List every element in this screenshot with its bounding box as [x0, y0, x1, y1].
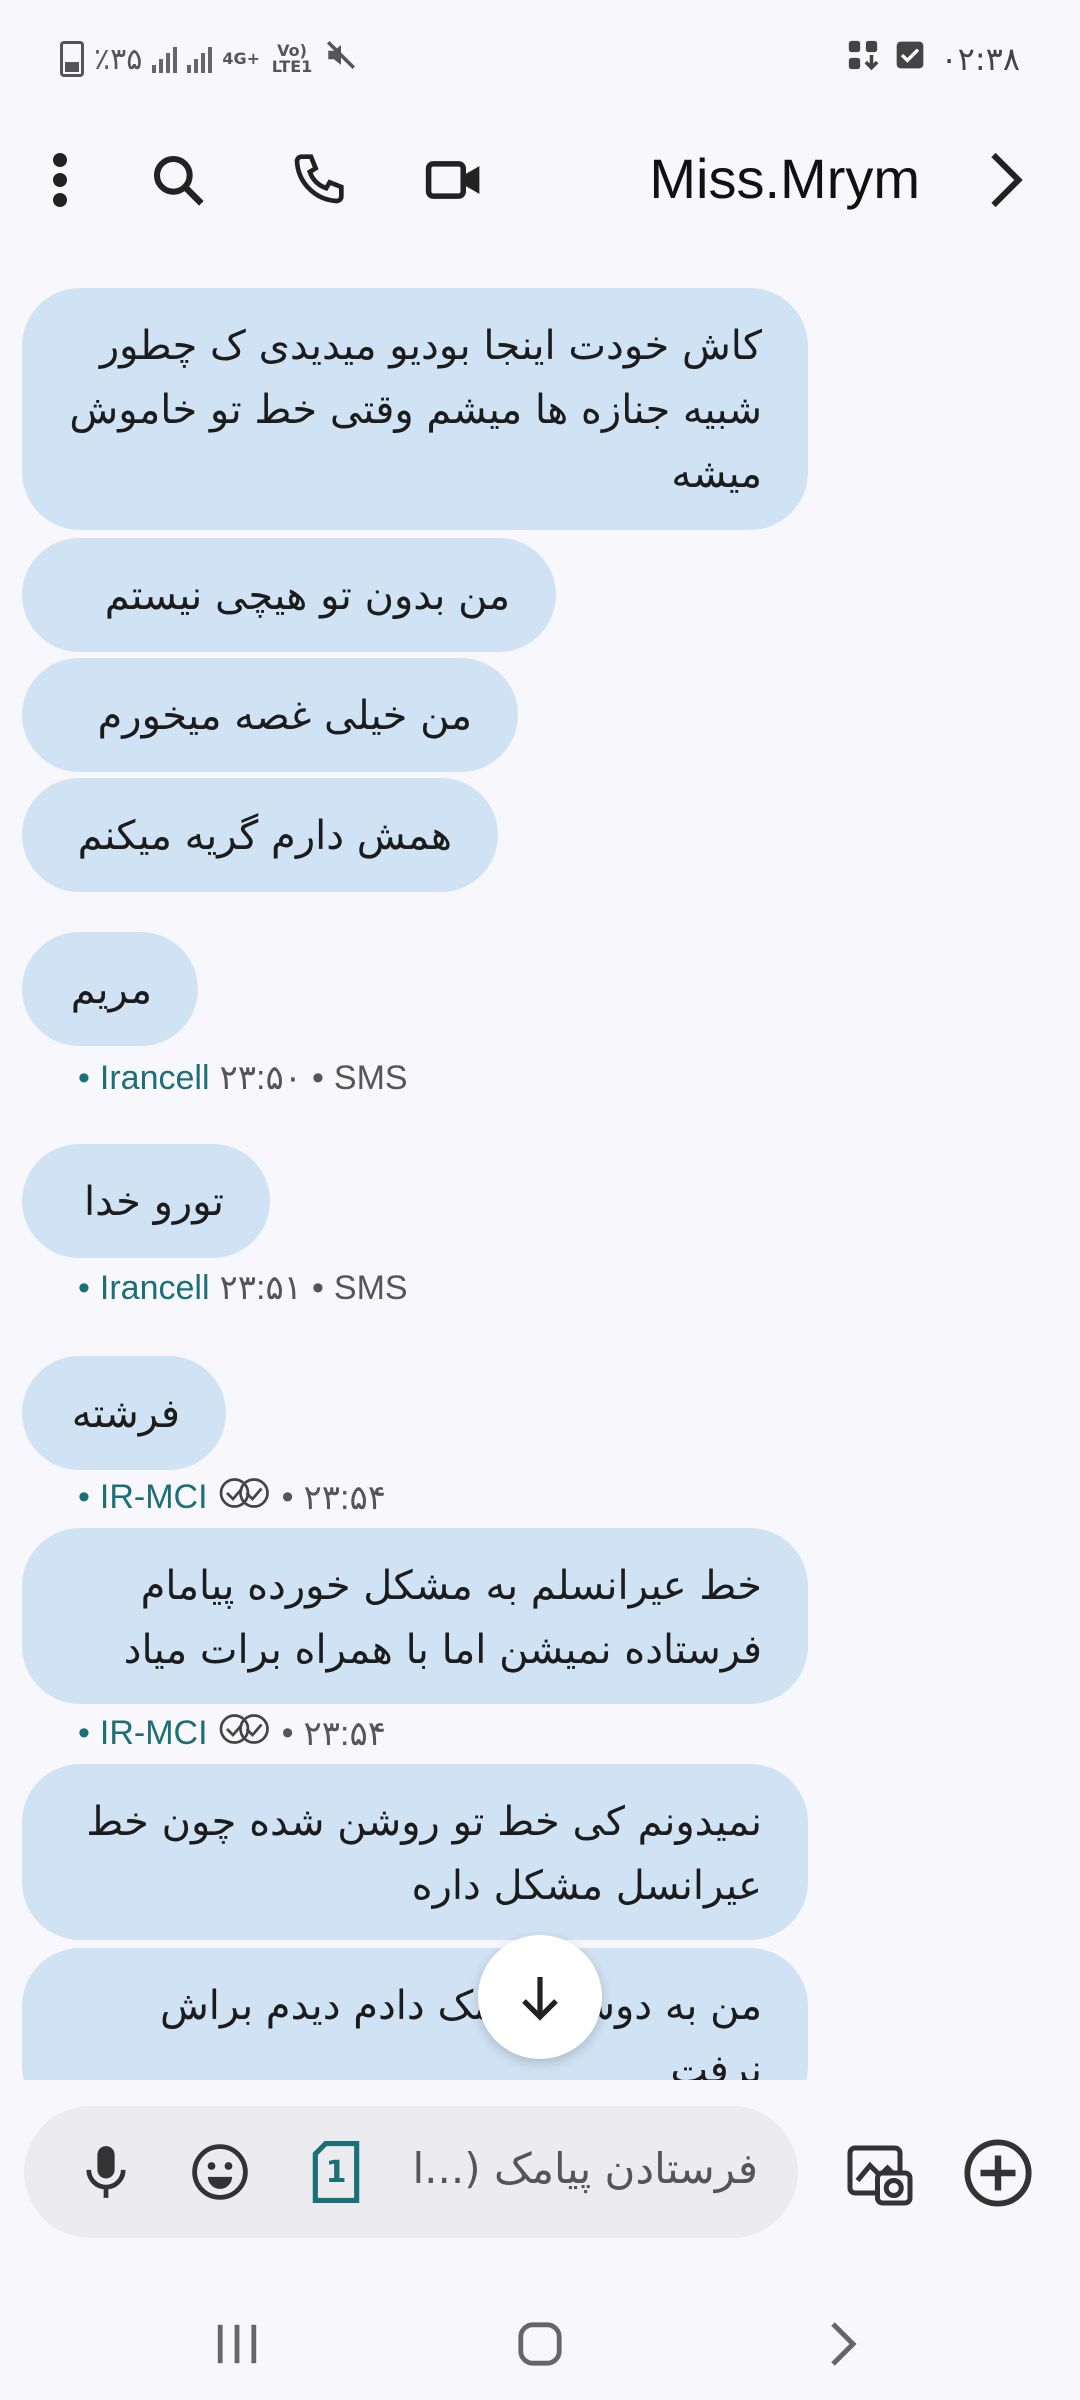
- chevron-right-icon[interactable]: [976, 150, 1036, 210]
- more-vert-icon[interactable]: [30, 150, 90, 210]
- system-nav-bar: [0, 2290, 1080, 2400]
- home-icon[interactable]: [505, 2314, 575, 2374]
- message-bubble[interactable]: تورو خدا: [22, 1144, 270, 1258]
- status-bar: ٪۳۵ 4G+ Vo) LTE1 ۰۲:۳۸: [0, 0, 1080, 120]
- carrier-label: IR-MCI: [99, 1714, 208, 1752]
- status-dot: •: [78, 1268, 90, 1307]
- sim-label: 1: [325, 2154, 347, 2190]
- download-icon: [846, 38, 880, 80]
- contact-name[interactable]: Miss.Mrym: [649, 146, 920, 211]
- message-bubble[interactable]: مریم: [22, 932, 198, 1046]
- emoji-icon[interactable]: [190, 2142, 250, 2202]
- message-bubble[interactable]: من بدون تو هیچی نیستم: [22, 538, 556, 652]
- message-input[interactable]: فرستادن پیامک (...ا: [412, 2144, 758, 2193]
- recent-apps-icon[interactable]: [202, 2314, 272, 2374]
- message-bubble[interactable]: نمیدونم کی خط تو روشن شده چون خط عیرانسل…: [22, 1764, 808, 1940]
- signal-icon: [187, 45, 213, 73]
- message-meta: • Irancell ۲۳:۵۱ • SMS: [78, 1268, 408, 1308]
- status-dot: •: [78, 1714, 90, 1752]
- video-call-icon[interactable]: [424, 150, 484, 210]
- message-bubble[interactable]: کاش خودت اینجا بودیو میدیدی ک چطور شبیه …: [22, 288, 808, 530]
- battery-level: ٪۳۵: [94, 41, 143, 77]
- message-time: ۲۳:۵۴: [303, 1478, 386, 1517]
- battery-icon: [60, 41, 84, 77]
- add-attachment-icon[interactable]: [962, 2137, 1034, 2209]
- network-type: 4G+: [222, 49, 261, 68]
- microphone-icon[interactable]: [76, 2142, 136, 2202]
- scroll-to-bottom-button[interactable]: [478, 1935, 602, 2059]
- separator: •: [312, 1268, 324, 1307]
- message-time: ۲۳:۵۰: [219, 1059, 303, 1097]
- message-time: ۲۳:۵۴: [303, 1714, 386, 1753]
- message-meta: • IR-MCI • ۲۳:۵۴: [78, 1476, 386, 1519]
- gallery-camera-icon[interactable]: [844, 2137, 916, 2209]
- volte-label: Vo) LTE1: [271, 41, 313, 76]
- message-bubble[interactable]: من به دوستم پیامک دادم دیدم براش نرفت: [22, 1948, 808, 2080]
- message-type: SMS: [333, 1058, 408, 1097]
- message-time: ۲۳:۵۱: [219, 1269, 303, 1307]
- app-bar: Miss.Mrym: [0, 120, 1080, 240]
- message-bubble[interactable]: فرشته: [22, 1356, 226, 1470]
- back-icon[interactable]: [808, 2314, 878, 2374]
- mute-icon: [324, 38, 358, 80]
- check-box-icon: [894, 39, 926, 79]
- status-dot: •: [78, 1478, 90, 1516]
- clock: ۰۲:۳۸: [940, 40, 1020, 78]
- carrier-label: Irancell: [99, 1058, 210, 1097]
- search-icon[interactable]: [148, 150, 208, 210]
- delivered-icon: [218, 1476, 272, 1519]
- separator: •: [281, 1714, 294, 1752]
- status-left: ٪۳۵ 4G+ Vo) LTE1: [60, 38, 358, 80]
- carrier-label: Irancell: [99, 1268, 210, 1307]
- carrier-label: IR-MCI: [99, 1478, 208, 1516]
- separator: •: [312, 1058, 324, 1097]
- message-bubble[interactable]: من خیلی غصه میخورم: [22, 658, 518, 772]
- status-right: ۰۲:۳۸: [846, 38, 1020, 80]
- message-composer[interactable]: 1 فرستادن پیامک (...ا: [24, 2106, 798, 2238]
- message-meta: • Irancell ۲۳:۵۰ • SMS: [78, 1058, 408, 1098]
- phone-icon[interactable]: [288, 150, 348, 210]
- separator: •: [281, 1478, 294, 1516]
- message-bubble[interactable]: خط عیرانسلم به مشکل خورده پیامام فرستاده…: [22, 1528, 808, 1704]
- message-type: SMS: [333, 1268, 408, 1307]
- message-list[interactable]: کاش خودت اینجا بودیو میدیدی ک چطور شبیه …: [0, 270, 1080, 2080]
- signal-icon: [152, 45, 178, 73]
- sim-card-icon[interactable]: 1: [306, 2141, 366, 2203]
- delivered-icon: [218, 1712, 272, 1755]
- message-meta: • IR-MCI • ۲۳:۵۴: [78, 1712, 386, 1755]
- status-dot: •: [78, 1058, 90, 1097]
- message-bubble[interactable]: همش دارم گریه میکنم: [22, 778, 498, 892]
